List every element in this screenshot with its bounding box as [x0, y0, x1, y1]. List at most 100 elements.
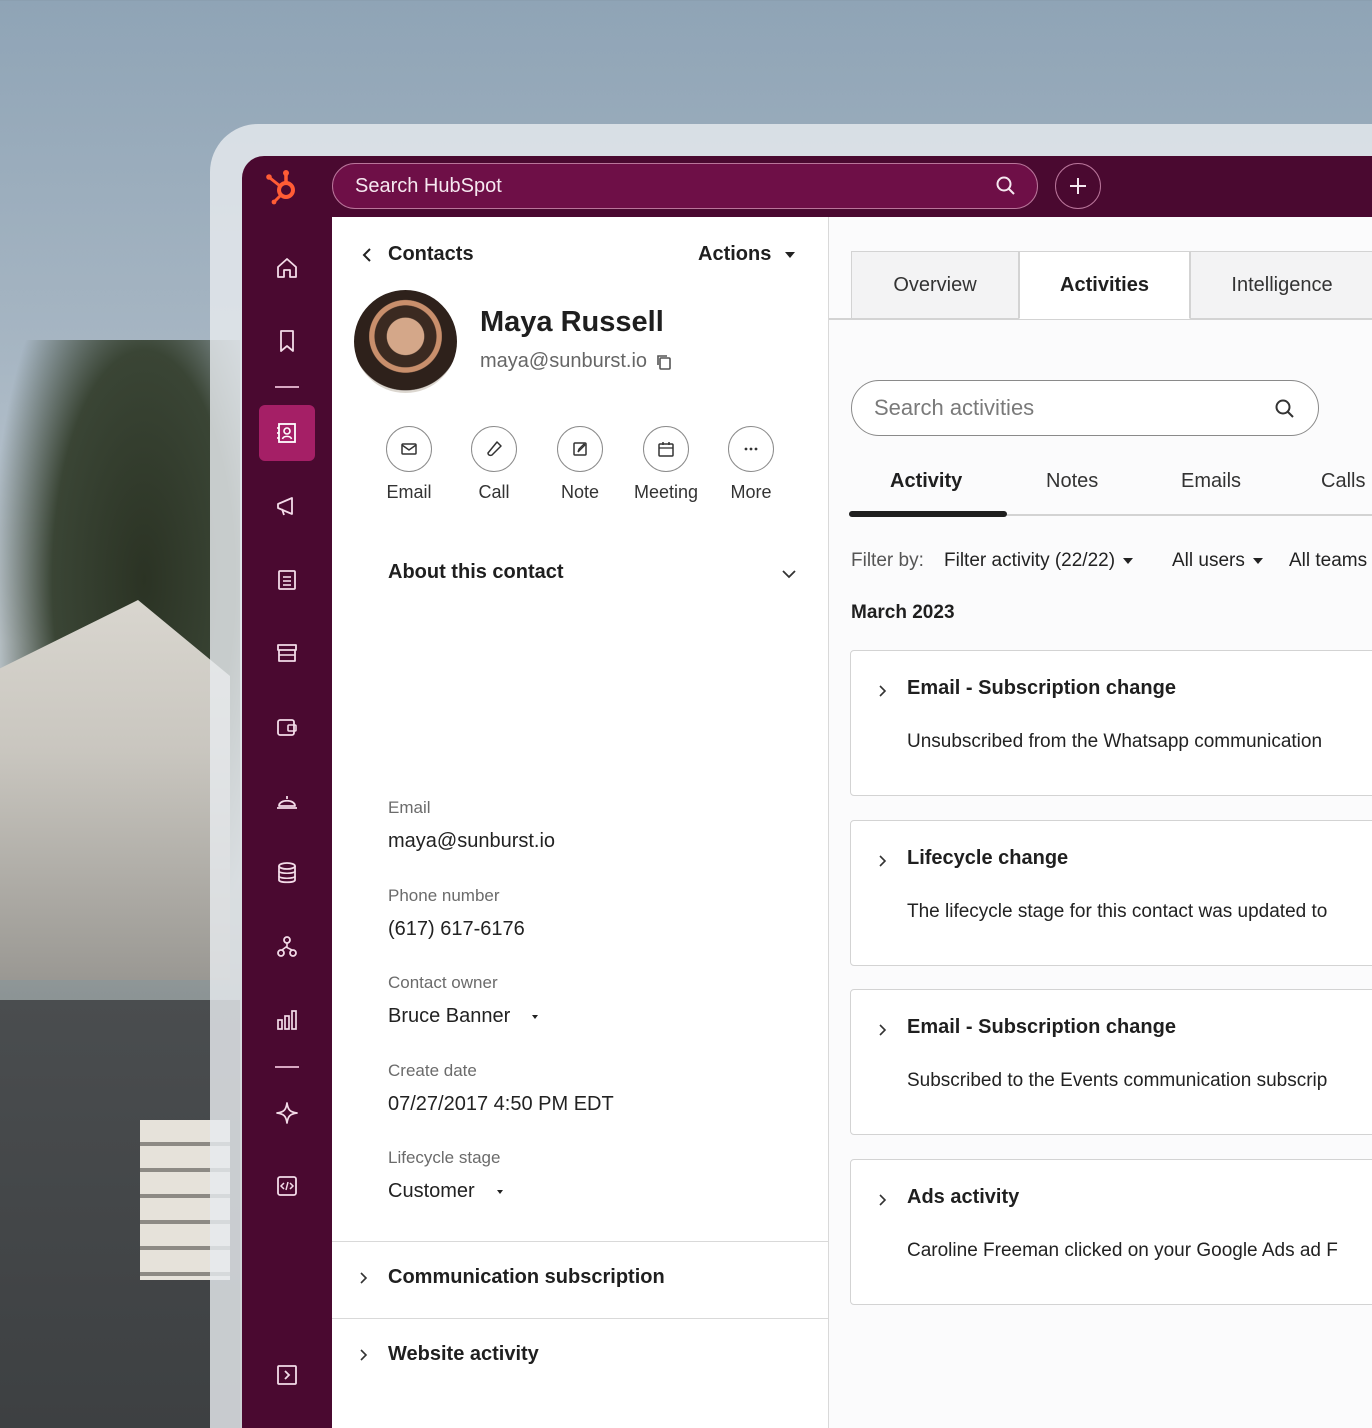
activity-title: Ads activity — [907, 1186, 1020, 1208]
contacts-icon — [277, 423, 296, 443]
plus-icon — [1070, 178, 1086, 194]
meeting-action-label: Meeting — [633, 482, 699, 502]
subtab-notes[interactable]: Notes — [1046, 470, 1098, 493]
communication-subscription-section[interactable]: Communication subscription — [332, 1241, 829, 1319]
nav-payments[interactable] — [259, 699, 315, 755]
nav-expand[interactable] — [259, 1347, 315, 1403]
tab-overview[interactable]: Overview — [851, 251, 1019, 319]
field-value-create-date[interactable]: 07/27/2017 4:50 PM EDT — [388, 1093, 614, 1116]
activity-card[interactable]: Email - Subscription change Unsubscribed… — [850, 650, 1372, 796]
nav-reporting[interactable] — [259, 992, 315, 1048]
expand-sidebar-icon — [277, 1365, 297, 1385]
activity-card[interactable]: Email - Subscription change Subscribed t… — [850, 989, 1372, 1135]
nav-contacts[interactable] — [259, 405, 315, 461]
chevron-right-icon[interactable] — [876, 854, 890, 868]
back-to-contacts-link[interactable]: Contacts — [360, 243, 474, 266]
activity-title: Email - Subscription change — [907, 1016, 1176, 1038]
actions-dropdown[interactable]: Actions — [698, 243, 796, 266]
nav-marketing[interactable] — [259, 478, 315, 534]
field-value-create-date-text: 07/27/2017 4:50 PM EDT — [388, 1093, 614, 1115]
contact-email: maya@sunburst.io — [480, 350, 673, 373]
nav-home[interactable] — [259, 240, 315, 296]
nav-development[interactable] — [259, 1158, 315, 1214]
nav-content[interactable] — [259, 552, 315, 608]
document-icon — [278, 570, 296, 590]
field-value-phone[interactable]: (617) 617-6176 — [388, 918, 525, 941]
chevron-right-icon — [360, 1272, 368, 1284]
nav-data[interactable] — [259, 845, 315, 901]
activity-body: Unsubscribed from the Whatsapp communica… — [907, 731, 1323, 752]
note-action-label: Note — [560, 482, 600, 502]
sparkle-icon — [276, 1102, 298, 1124]
all-teams-label: All teams — [1289, 550, 1368, 571]
background-tent — [0, 600, 230, 980]
about-contact-heading[interactable]: About this contact — [388, 561, 564, 584]
bar-chart-icon — [277, 1010, 297, 1030]
nav-bookmarks[interactable] — [259, 313, 315, 369]
chevron-right-icon[interactable] — [876, 684, 890, 698]
lifecycle-stage-select[interactable]: Customer — [388, 1180, 503, 1203]
section-title: Communication subscription — [388, 1266, 665, 1288]
nav-divider — [275, 386, 299, 388]
nav-commerce[interactable] — [259, 625, 315, 681]
more-action-button[interactable]: More — [706, 426, 796, 503]
chevron-right-icon[interactable] — [876, 1193, 890, 1207]
subtab-calls[interactable]: Calls — [1321, 470, 1365, 493]
note-action-button[interactable]: Note — [535, 426, 625, 503]
hubspot-logo-icon[interactable] — [262, 166, 302, 206]
chevron-right-icon[interactable] — [876, 1023, 890, 1037]
create-new-button[interactable] — [1055, 163, 1101, 209]
wallet-icon — [277, 719, 297, 736]
all-teams-dropdown[interactable]: All teams — [1289, 550, 1367, 572]
field-label-create-date: Create date — [388, 1061, 477, 1080]
record-panel: Overview Activities Intelligence Search … — [829, 217, 1372, 1428]
all-users-dropdown[interactable]: All users — [1172, 550, 1263, 572]
tab-intelligence[interactable]: Intelligence — [1190, 251, 1372, 319]
subtab-emails[interactable]: Emails — [1181, 470, 1241, 493]
more-action-label: More — [730, 482, 772, 502]
copy-icon[interactable] — [655, 353, 673, 371]
filter-activity-dropdown[interactable]: Filter activity (22/22) — [944, 550, 1134, 572]
global-search-input[interactable]: Search HubSpot — [332, 163, 1038, 209]
email-action-button[interactable]: Email — [364, 426, 454, 503]
field-value-email[interactable]: maya@sunburst.io — [388, 830, 555, 853]
activity-card[interactable]: Lifecycle change The lifecycle stage for… — [850, 820, 1372, 966]
megaphone-icon — [277, 497, 293, 516]
month-heading: March 2023 — [851, 602, 955, 623]
website-activity-section[interactable]: Website activity — [332, 1318, 829, 1396]
app-window: Search HubSpot Contacts Actions Maya Rus… — [242, 156, 1372, 1428]
avatar — [354, 290, 457, 393]
chevron-down-icon[interactable] — [780, 565, 798, 583]
database-icon — [278, 862, 296, 884]
activities-search-input[interactable]: Search activities — [851, 380, 1319, 436]
filter-activity-label: Filter activity (22/22) — [944, 550, 1116, 571]
meeting-action-button[interactable]: Meeting — [621, 426, 711, 503]
global-search-placeholder: Search HubSpot — [355, 175, 502, 197]
record-tabs: Overview Activities Intelligence — [851, 251, 1372, 319]
field-value-lifecycle-text: Customer — [388, 1180, 475, 1202]
search-icon[interactable] — [995, 175, 1017, 197]
calendar-icon — [658, 442, 674, 457]
nav-automation[interactable] — [259, 919, 315, 975]
phone-icon — [487, 441, 502, 457]
call-action-button[interactable]: Call — [449, 426, 539, 503]
contact-name: Maya Russell — [480, 306, 664, 338]
search-icon[interactable] — [1274, 398, 1296, 420]
caret-down-icon — [1123, 558, 1134, 564]
field-value-phone-text: (617) 617-6176 — [388, 918, 525, 940]
nav-ai[interactable] — [259, 1085, 315, 1141]
subtab-activity[interactable]: Activity — [890, 470, 962, 493]
code-icon — [277, 1176, 297, 1196]
caret-down-icon — [496, 1189, 503, 1194]
nav-service[interactable] — [259, 772, 315, 828]
service-bell-icon — [277, 796, 297, 809]
contact-owner-select[interactable]: Bruce Banner — [388, 1005, 539, 1028]
activity-card[interactable]: Ads activity Caroline Freeman clicked on… — [850, 1159, 1372, 1305]
tab-activities[interactable]: Activities — [1019, 251, 1190, 319]
workflow-icon — [277, 936, 297, 957]
active-subtab-indicator — [849, 511, 1007, 517]
activity-body: Subscribed to the Events communication s… — [907, 1070, 1328, 1091]
actions-label: Actions — [698, 243, 772, 265]
bookmark-icon — [280, 330, 294, 352]
more-icon — [744, 447, 758, 451]
